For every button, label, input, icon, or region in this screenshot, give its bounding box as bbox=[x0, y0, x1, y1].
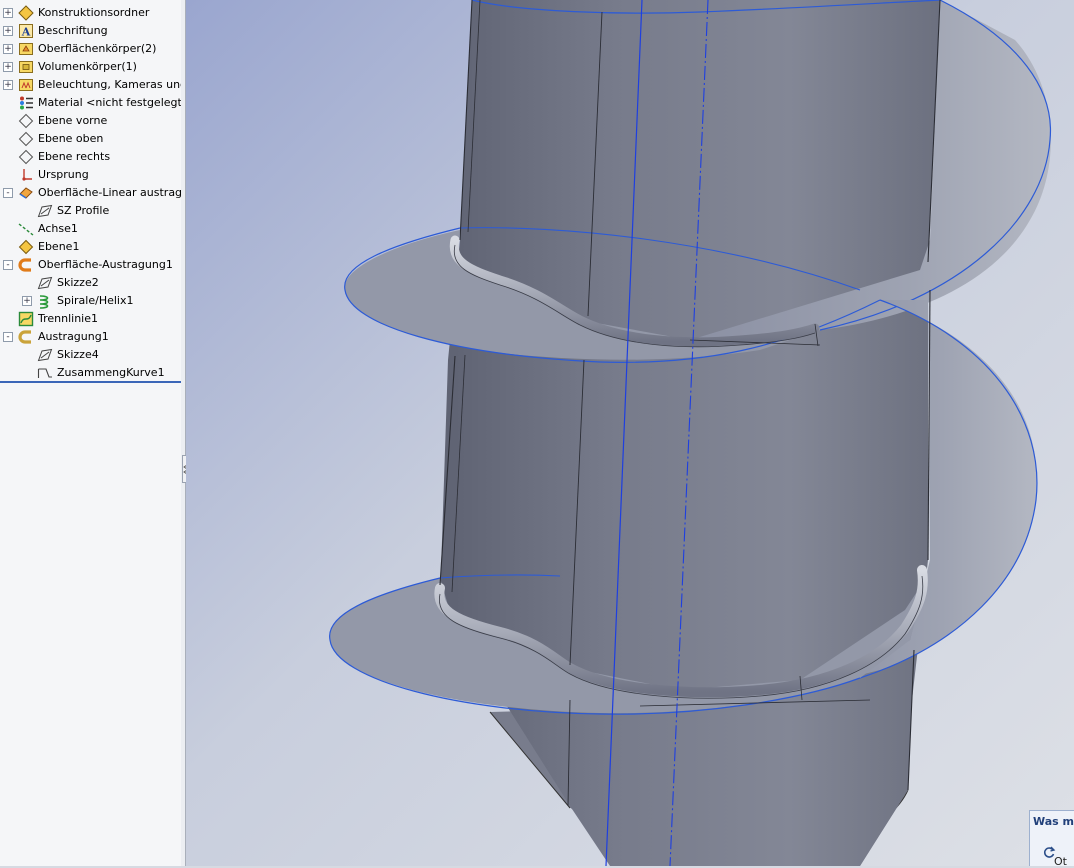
tree-item-oberflaechenkoerper[interactable]: + Oberflächenkörper(2) bbox=[0, 40, 181, 58]
tree-item-skizze4[interactable]: Skizze4 bbox=[0, 346, 181, 364]
tree-item-ebene1[interactable]: Ebene1 bbox=[0, 238, 181, 256]
surface-sweep-icon bbox=[18, 258, 31, 272]
tree-item-label: ZusammengKurve1 bbox=[57, 366, 165, 379]
tree-item-oberflaeche-linear-austragen1[interactable]: - Oberfläche-Linear austragen1 bbox=[0, 184, 181, 202]
rollback-bar[interactable] bbox=[0, 381, 181, 383]
collapse-toggle[interactable]: - bbox=[3, 332, 13, 342]
lights-cameras-icon bbox=[19, 79, 33, 91]
composite-curve-icon bbox=[37, 368, 52, 378]
tree-item-label: Oberfläche-Austragung1 bbox=[38, 258, 173, 271]
tree-item-ebene-rechts[interactable]: Ebene rechts bbox=[0, 148, 181, 166]
expand-toggle[interactable]: + bbox=[3, 26, 13, 36]
tree-item-label: Oberflächenkörper(2) bbox=[38, 42, 157, 55]
tree-item-trennlinie1[interactable]: Trennlinie1 bbox=[0, 310, 181, 328]
tree-item-zusammengkurve1[interactable]: ZusammengKurve1 bbox=[0, 364, 181, 382]
tree-item-sz-profile[interactable]: SZ Profile bbox=[0, 202, 181, 220]
tree-item-label: Ebene rechts bbox=[38, 150, 111, 163]
sketch-icon bbox=[37, 348, 53, 362]
tree-item-label: Beleuchtung, Kameras und Bü bbox=[38, 78, 181, 91]
tree-item-oberflaeche-austragung1[interactable]: - Oberfläche-Austragung1 bbox=[0, 256, 181, 274]
tree-item-label: Oberfläche-Linear austragen1 bbox=[38, 186, 182, 199]
plane-feature-icon bbox=[18, 239, 34, 255]
expand-toggle[interactable]: + bbox=[3, 8, 13, 18]
tree-item-label: Ebene vorne bbox=[38, 114, 108, 127]
expand-toggle[interactable]: + bbox=[3, 44, 13, 54]
surface-extrude-icon bbox=[19, 187, 33, 199]
tree-item-label: Spirale/Helix1 bbox=[57, 294, 134, 307]
tree-item-skizze2[interactable]: Skizze2 bbox=[0, 274, 181, 292]
surface-bodies-icon bbox=[19, 43, 33, 55]
axis-icon bbox=[18, 223, 34, 236]
tree-item-beleuchtung[interactable]: + Beleuchtung, Kameras und Bü bbox=[0, 76, 181, 94]
sketch-icon bbox=[37, 276, 53, 290]
feature-manager-tree[interactable]: + Konstruktionsordner + A Beschriftung +… bbox=[0, 0, 182, 866]
annotation-icon: A bbox=[19, 24, 33, 39]
expand-toggle[interactable]: + bbox=[3, 62, 13, 72]
tree-item-beschriftung[interactable]: + A Beschriftung bbox=[0, 22, 181, 40]
helix-icon bbox=[39, 295, 49, 309]
expand-toggle[interactable]: + bbox=[22, 296, 32, 306]
tree-item-label: Konstruktionsordner bbox=[38, 6, 150, 19]
svg-text:A: A bbox=[21, 26, 31, 39]
tree-item-ebene-vorne[interactable]: Ebene vorne bbox=[0, 112, 181, 130]
collapse-toggle[interactable]: - bbox=[3, 188, 13, 198]
tree-item-label: SZ Profile bbox=[57, 204, 110, 217]
model-3d-view[interactable] bbox=[186, 0, 1074, 866]
tree-item-label: Ursprung bbox=[38, 168, 89, 181]
tree-item-konstruktionsordner[interactable]: + Konstruktionsordner bbox=[0, 4, 181, 22]
tree-item-ursprung[interactable]: Ursprung bbox=[0, 166, 181, 184]
tree-item-material[interactable]: Material <nicht festgelegt> bbox=[0, 94, 181, 112]
solid-bodies-icon bbox=[19, 61, 33, 73]
material-icon bbox=[20, 96, 33, 110]
collapse-toggle[interactable]: - bbox=[3, 260, 13, 270]
plane-icon bbox=[18, 131, 34, 147]
tree-item-label: Material <nicht festgelegt> bbox=[38, 96, 182, 109]
tree-item-label: Skizze4 bbox=[57, 348, 99, 361]
sweep-icon bbox=[18, 330, 31, 344]
tree-item-label: Ebene oben bbox=[38, 132, 104, 145]
plane-icon bbox=[18, 113, 34, 129]
split-line-icon bbox=[18, 311, 34, 327]
tree-item-spirale-helix1[interactable]: + Spirale/Helix1 bbox=[0, 292, 181, 310]
plane-icon bbox=[18, 149, 34, 165]
tree-item-volumenkoerper[interactable]: + Volumenkörper(1) bbox=[0, 58, 181, 76]
origin-icon bbox=[22, 169, 32, 181]
task-pane-popup[interactable]: Was mö Ot bbox=[1029, 810, 1074, 868]
expand-toggle[interactable]: + bbox=[3, 80, 13, 90]
folder-icon bbox=[18, 5, 34, 21]
tree-item-achse1[interactable]: Achse1 bbox=[0, 220, 181, 238]
tree-item-ebene-oben[interactable]: Ebene oben bbox=[0, 130, 181, 148]
tree-item-label: Skizze2 bbox=[57, 276, 99, 289]
popup-title: Was mö bbox=[1033, 815, 1074, 828]
graphics-viewport[interactable] bbox=[186, 0, 1074, 866]
tree-item-label: Volumenkörper(1) bbox=[38, 60, 137, 73]
tree-item-label: Achse1 bbox=[38, 222, 78, 235]
popup-option-text[interactable]: Ot bbox=[1054, 855, 1067, 868]
sketch-icon bbox=[37, 204, 53, 218]
tree-item-austragung1[interactable]: - Austragung1 bbox=[0, 328, 181, 346]
tree-item-label: Beschriftung bbox=[38, 24, 108, 37]
tree-item-label: Trennlinie1 bbox=[38, 312, 99, 325]
tree-item-label: Austragung1 bbox=[38, 330, 109, 343]
tree-item-label: Ebene1 bbox=[38, 240, 80, 253]
